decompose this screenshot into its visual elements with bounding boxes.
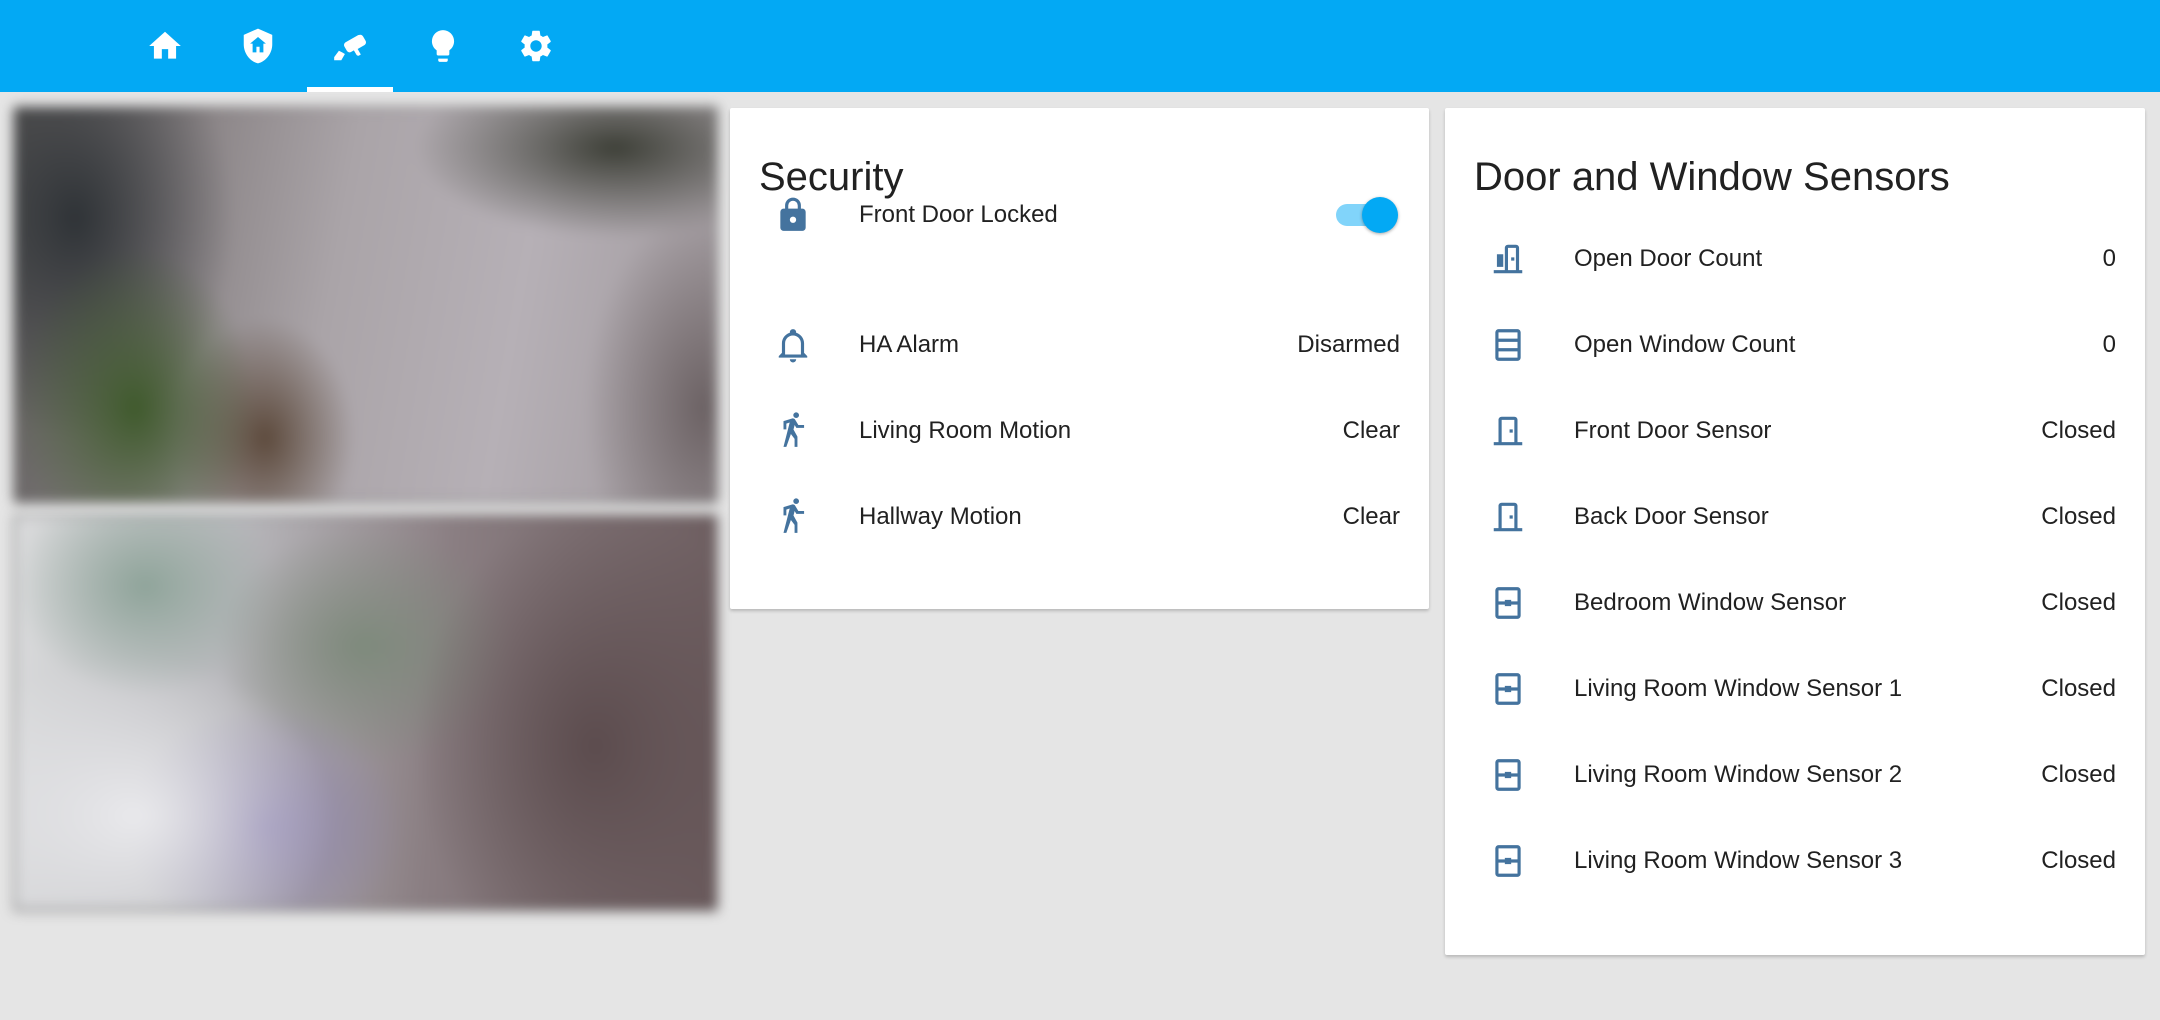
lock-icon [773, 195, 813, 235]
entity-row-open-window-count[interactable]: Open Window Count 0 [1445, 302, 2145, 388]
entity-row-living-room-window-sensor-3[interactable]: Living Room Window Sensor 3 Closed [1445, 818, 2145, 904]
entity-state: Closed [2041, 417, 2116, 444]
entity-name: Hallway Motion [859, 503, 1022, 530]
entity-row-front-door-sensor[interactable]: Front Door Sensor Closed [1445, 388, 2145, 474]
door-icon [1488, 411, 1528, 451]
entity-row-back-door-sensor[interactable]: Back Door Sensor Closed [1445, 474, 2145, 560]
tab-home[interactable] [122, 0, 208, 92]
entity-name: Living Room Motion [859, 417, 1072, 444]
entity-row-living-room-window-sensor-1[interactable]: Living Room Window Sensor 1 Closed [1445, 646, 2145, 732]
sensors-card: Door and Window Sensors Open Door Count … [1445, 108, 2145, 955]
entity-name: Living Room Window Sensor 1 [1574, 675, 1903, 702]
shield-home-icon [243, 28, 273, 64]
entity-state: 0 [2102, 331, 2116, 358]
door-icon [1488, 497, 1528, 537]
entity-state: Closed [2041, 503, 2116, 530]
entity-row-living-room-window-sensor-2[interactable]: Living Room Window Sensor 2 Closed [1445, 732, 2145, 818]
camera-feed-2[interactable] [14, 515, 717, 910]
entity-state: Clear [1342, 503, 1400, 530]
security-card: Security Front Door Locked HA Alarm Disa… [730, 108, 1429, 609]
card-title: Door and Window Sensors [1474, 155, 1950, 199]
entity-row-bedroom-window-sensor[interactable]: Bedroom Window Sensor Closed [1445, 560, 2145, 646]
bell-icon [773, 325, 813, 365]
window-icon [1488, 325, 1528, 365]
entity-state: Closed [2041, 675, 2116, 702]
door-open-icon [1488, 239, 1528, 279]
tab-cameras[interactable] [307, 0, 393, 92]
entity-name: Front Door Sensor [1574, 417, 1772, 444]
window-closed-icon [1488, 841, 1528, 881]
top-toolbar [0, 0, 2160, 92]
entity-state: Clear [1342, 417, 1400, 444]
entity-row-hallway-motion[interactable]: Hallway Motion Clear [730, 474, 1429, 560]
entity-name: Open Window Count [1574, 331, 1796, 358]
entity-name: Back Door Sensor [1574, 503, 1769, 530]
entity-state: Closed [2041, 847, 2116, 874]
window-closed-icon [1488, 669, 1528, 709]
entity-state: Disarmed [1297, 331, 1400, 358]
entity-name: HA Alarm [859, 331, 960, 358]
walk-icon [773, 411, 813, 451]
cctv-icon [334, 34, 366, 61]
lightbulb-icon [431, 30, 455, 62]
entity-state: Closed [2041, 761, 2116, 788]
entity-state: Closed [2041, 589, 2116, 616]
tab-lights[interactable] [400, 0, 486, 92]
entity-name: Living Room Window Sensor 2 [1574, 761, 1903, 788]
entity-row-living-room-motion[interactable]: Living Room Motion Clear [730, 388, 1429, 474]
walk-icon [773, 497, 813, 537]
entity-state: 0 [2102, 245, 2116, 272]
entity-name: Bedroom Window Sensor [1574, 589, 1847, 616]
home-icon [149, 31, 181, 59]
tab-settings[interactable] [493, 0, 579, 92]
entity-row-front-door-locked[interactable]: Front Door Locked [730, 172, 1429, 258]
lock-toggle[interactable] [1334, 195, 1400, 235]
toggle-knob [1362, 197, 1398, 233]
entity-row-open-door-count[interactable]: Open Door Count 0 [1445, 216, 2145, 302]
camera-feed-1[interactable] [14, 107, 717, 502]
entity-name: Living Room Window Sensor 3 [1574, 847, 1903, 874]
entity-name: Open Door Count [1574, 245, 1763, 272]
entity-row-ha-alarm[interactable]: HA Alarm Disarmed [730, 302, 1429, 388]
window-closed-icon [1488, 583, 1528, 623]
gear-icon [521, 30, 551, 62]
tab-security[interactable] [215, 0, 301, 92]
entity-name: Front Door Locked [859, 201, 1058, 228]
window-closed-icon [1488, 755, 1528, 795]
